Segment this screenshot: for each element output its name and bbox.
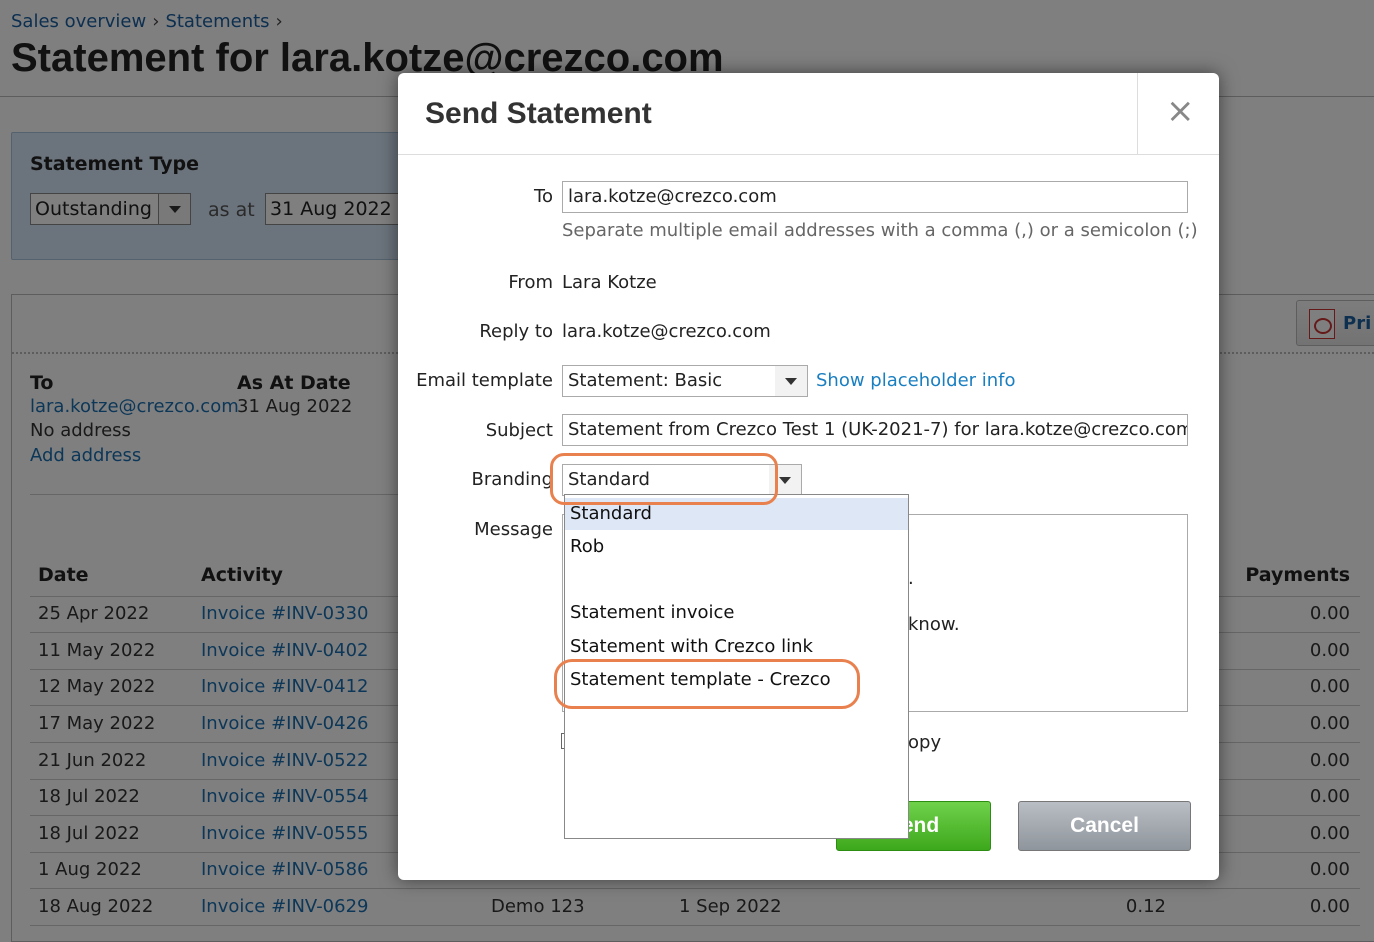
send-statement-dialog: Send Statement × To lara.kotze@crezco.co… [398,73,1219,880]
cancel-button[interactable]: Cancel [1018,801,1191,851]
dialog-title: Send Statement [425,97,652,130]
branding-option-rob[interactable]: Rob [565,531,908,563]
reply-to-label: Reply to [479,321,553,342]
from-value: Lara Kotze [562,272,657,293]
branding-label: Branding [471,469,553,490]
to-label: To [534,186,553,207]
branding-field-highlight [550,453,778,505]
show-placeholder-info-link[interactable]: Show placeholder info [816,370,1016,391]
message-label: Message [474,519,553,540]
dialog-header: Send Statement × [398,73,1219,155]
chevron-down-icon [775,366,807,396]
email-template-value: Statement: Basic [568,370,723,391]
close-button[interactable]: × [1137,73,1219,155]
close-icon[interactable]: × [1166,91,1195,131]
subject-label: Subject [485,420,553,441]
subject-input[interactable]: Statement from Crezco Test 1 (UK-2021-7)… [562,414,1188,446]
message-text-fragment: know. [908,614,960,635]
email-template-select[interactable]: Statement: Basic [562,365,807,397]
to-email-input[interactable]: lara.kotze@crezco.com [562,181,1188,213]
statement-template-option-highlight [554,659,860,709]
from-label: From [508,272,553,293]
reply-to-value: lara.kotze@crezco.com [562,321,771,342]
send-copy-label: opy [908,732,942,753]
branding-option-statement-invoice[interactable]: Statement invoice [565,597,908,629]
to-hint-text: Separate multiple email addresses with a… [562,220,1198,241]
email-template-dropdown-button[interactable] [775,365,808,397]
email-template-label: Email template [416,370,553,391]
